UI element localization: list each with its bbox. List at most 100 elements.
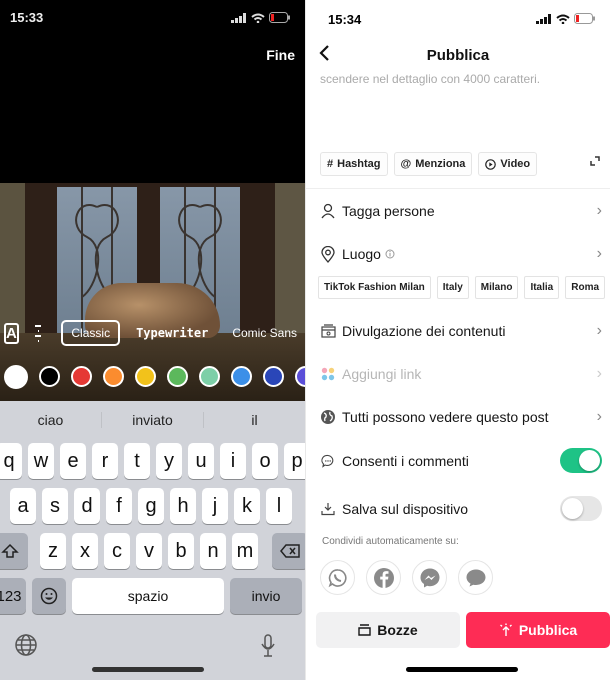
color-swatch[interactable]: [263, 366, 284, 387]
key-w[interactable]: w: [28, 443, 54, 479]
key-j[interactable]: j: [202, 488, 228, 524]
emoji-icon: [40, 587, 58, 605]
location-chip[interactable]: TikTok Fashion Milan: [318, 276, 431, 299]
return-key[interactable]: invio: [230, 578, 302, 614]
status-time: 15:34: [328, 12, 362, 27]
hashtag-chip[interactable]: # Hashtag: [320, 152, 388, 176]
add-link-row[interactable]: Aggiungi link ›: [320, 365, 602, 383]
key-row-3: zxcvbnm: [0, 533, 305, 569]
keyboard: ciao inviato il qwertyuiop asdfghjkl zxc…: [0, 401, 305, 680]
key-x[interactable]: x: [72, 533, 98, 569]
publish-button[interactable]: Pubblica: [466, 612, 610, 648]
color-swatch[interactable]: [103, 366, 124, 387]
color-swatch[interactable]: [199, 366, 220, 387]
key-v[interactable]: v: [136, 533, 162, 569]
text-style-button[interactable]: A: [4, 322, 19, 344]
share-sms[interactable]: [458, 560, 493, 595]
font-typewriter[interactable]: Typewriter: [128, 322, 216, 344]
row-label: Tagga persone: [342, 203, 435, 219]
button-label: Bozze: [377, 622, 418, 638]
info-icon[interactable]: [385, 249, 395, 259]
location-chip[interactable]: Roma: [565, 276, 606, 299]
align-icon[interactable]: [34, 324, 42, 342]
key-g[interactable]: g: [138, 488, 164, 524]
key-o[interactable]: o: [252, 443, 278, 479]
battery-icon: [269, 12, 290, 23]
key-r[interactable]: r: [92, 443, 118, 479]
at-icon: @: [400, 158, 412, 170]
suggestion[interactable]: il: [204, 412, 305, 428]
key-t[interactable]: t: [124, 443, 150, 479]
key-k[interactable]: k: [234, 488, 260, 524]
person-icon: [321, 203, 335, 219]
drafts-button[interactable]: Bozze: [316, 612, 460, 648]
space-key[interactable]: spazio: [72, 578, 224, 614]
expand-icon[interactable]: [590, 156, 600, 166]
messenger-icon: [420, 568, 439, 587]
color-swatch[interactable]: [4, 365, 28, 389]
font-classic[interactable]: Classic: [61, 320, 121, 346]
mention-chip[interactable]: @ Menziona: [393, 152, 473, 176]
location-chip[interactable]: Milano: [474, 276, 519, 299]
location-row[interactable]: Luogo ›: [320, 245, 602, 263]
key-f[interactable]: f: [106, 488, 132, 524]
location-chip[interactable]: Italia: [524, 276, 560, 299]
key-m[interactable]: m: [232, 533, 258, 569]
description-input[interactable]: scendere nel dettaglio con 4000 caratter…: [320, 72, 540, 86]
key-a[interactable]: a: [10, 488, 36, 524]
color-swatch[interactable]: [295, 366, 305, 387]
letter-keys: zxcvbnm: [40, 533, 258, 569]
key-d[interactable]: d: [74, 488, 100, 524]
content-disclosure-row[interactable]: Divulgazione dei contenuti ›: [320, 322, 602, 340]
caption-chips: # Hashtag @ Menziona Video: [320, 152, 538, 176]
tag-people-row[interactable]: Tagga persone ›: [320, 202, 602, 220]
share-messenger[interactable]: [412, 560, 447, 595]
chevron-right-icon: ›: [596, 408, 602, 425]
story-editor-panel: 15:33 Fine A Classic Typewriter Comic Sa…: [0, 0, 305, 680]
allow-comments-row: Consenti i commenti: [320, 448, 602, 473]
chip-label: Hashtag: [337, 158, 381, 170]
visibility-row[interactable]: Tutti possono vedere questo post ›: [320, 408, 602, 426]
color-swatch[interactable]: [231, 366, 252, 387]
key-p[interactable]: p: [284, 443, 305, 479]
share-whatsapp[interactable]: [320, 560, 355, 595]
wifi-icon: [251, 13, 265, 23]
row-label: Tutti possono vedere questo post: [342, 409, 549, 425]
microphone-icon[interactable]: [259, 633, 277, 659]
font-comic-sans[interactable]: Comic Sans: [224, 322, 305, 344]
hashtag-icon: #: [327, 158, 334, 170]
backspace-key[interactable]: [272, 533, 305, 569]
key-i[interactable]: i: [220, 443, 246, 479]
key-z[interactable]: z: [40, 533, 66, 569]
key-e[interactable]: e: [60, 443, 86, 479]
key-y[interactable]: y: [156, 443, 182, 479]
status-icons: [536, 13, 596, 24]
save-device-toggle[interactable]: [560, 496, 602, 521]
location-chip[interactable]: Italy: [436, 276, 469, 299]
row-label: Aggiungi link: [342, 366, 422, 382]
key-u[interactable]: u: [188, 443, 214, 479]
suggestion[interactable]: ciao: [0, 412, 102, 428]
color-swatch[interactable]: [71, 366, 92, 387]
color-swatch[interactable]: [167, 366, 188, 387]
key-c[interactable]: c: [104, 533, 130, 569]
globe-icon[interactable]: [14, 633, 38, 657]
key-q[interactable]: q: [0, 443, 22, 479]
allow-comments-toggle[interactable]: [560, 448, 602, 473]
key-n[interactable]: n: [200, 533, 226, 569]
suggestion[interactable]: inviato: [102, 412, 204, 428]
disclosure-icon: [320, 324, 336, 338]
done-button[interactable]: Fine: [266, 47, 295, 63]
shift-key[interactable]: [0, 533, 28, 569]
color-swatch[interactable]: [39, 366, 60, 387]
key-l[interactable]: l: [266, 488, 292, 524]
key-row-2: asdfghjkl: [10, 488, 292, 524]
share-facebook[interactable]: [366, 560, 401, 595]
key-b[interactable]: b: [168, 533, 194, 569]
emoji-key[interactable]: [32, 578, 66, 614]
video-chip[interactable]: Video: [478, 152, 538, 176]
key-s[interactable]: s: [42, 488, 68, 524]
numbers-key[interactable]: 123: [0, 578, 26, 614]
color-swatch[interactable]: [135, 366, 156, 387]
key-h[interactable]: h: [170, 488, 196, 524]
